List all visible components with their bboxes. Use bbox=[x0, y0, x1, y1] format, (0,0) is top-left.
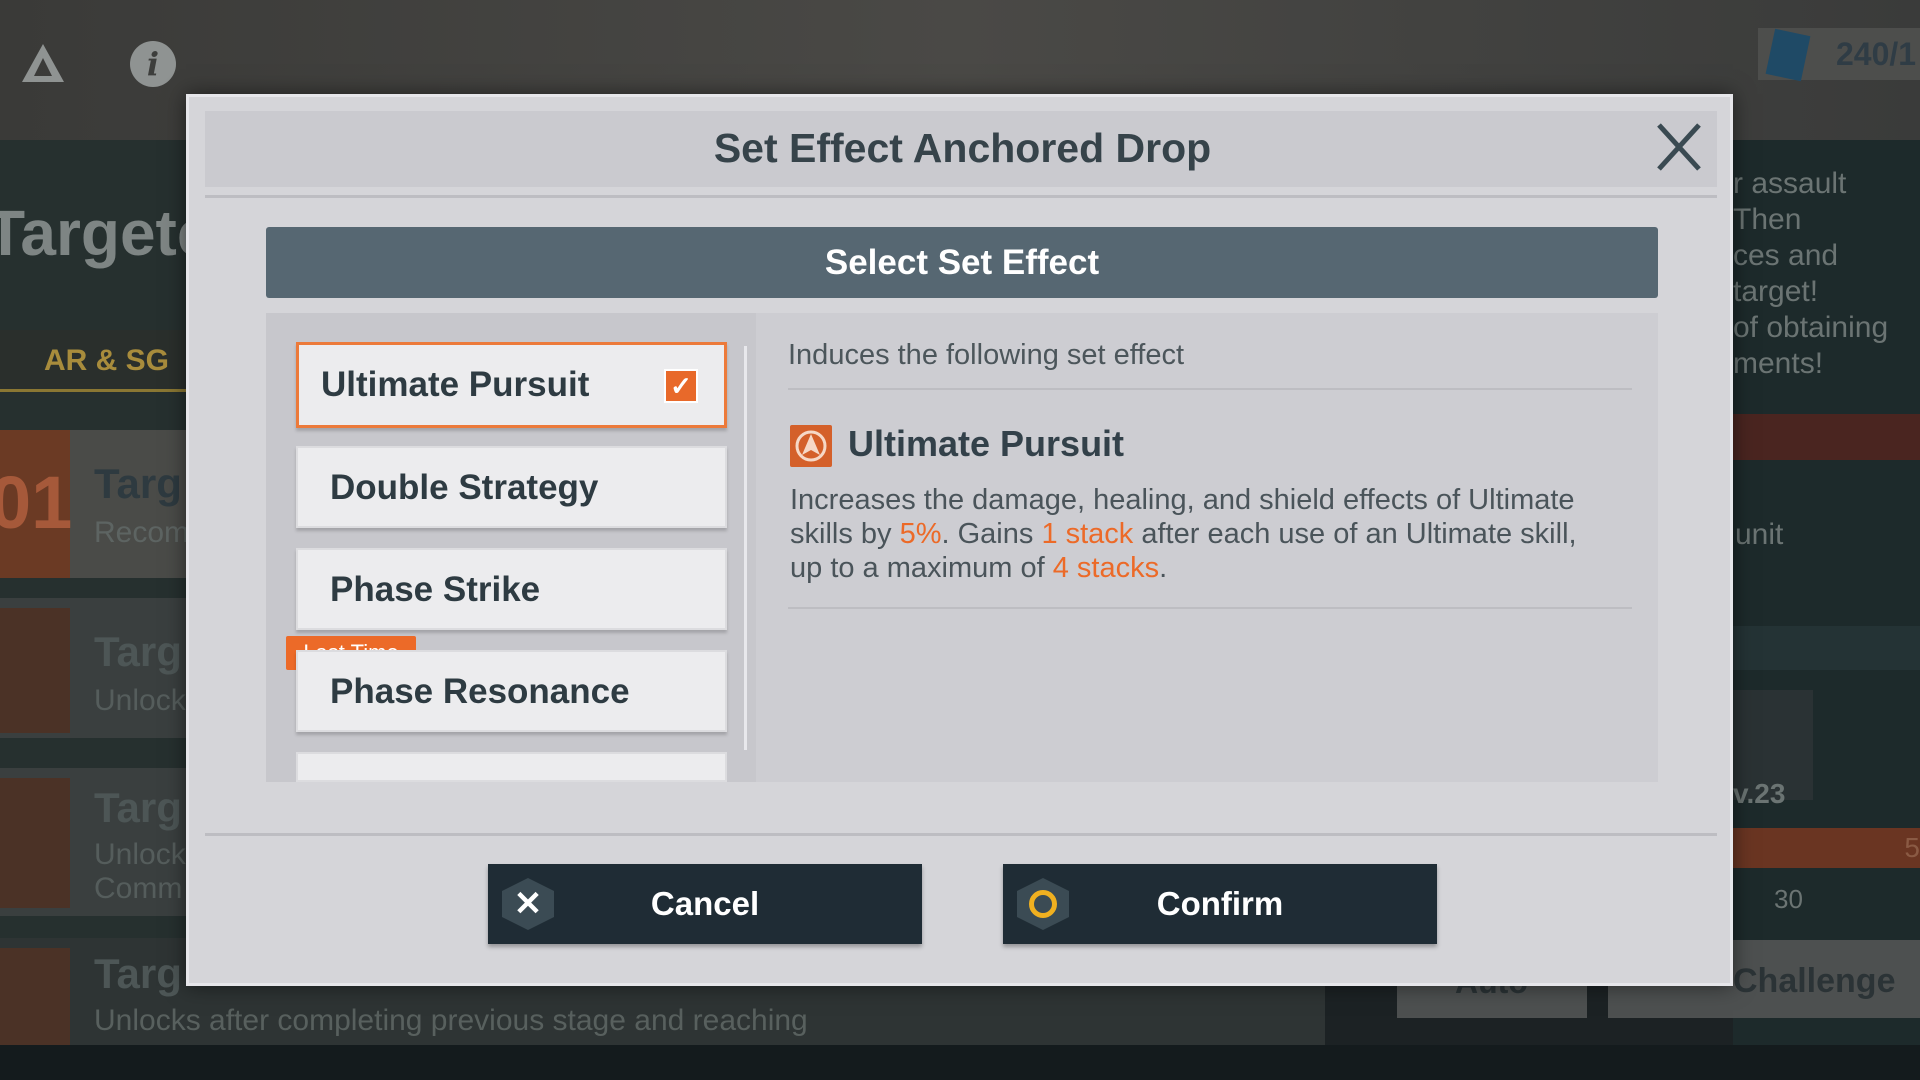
right-text-line: Then bbox=[1733, 203, 1802, 236]
ultimate-pursuit-icon bbox=[790, 425, 832, 467]
set-effect-detail: Induces the following set effect Ultimat… bbox=[756, 313, 1658, 782]
right-unit-text: unit bbox=[1735, 518, 1784, 551]
checkbox-checked-icon[interactable]: ✓ bbox=[664, 369, 698, 403]
footer-divider bbox=[205, 833, 1717, 836]
confirm-button[interactable]: Confirm bbox=[1003, 864, 1437, 944]
right-orange-bar: 5 bbox=[1733, 828, 1920, 868]
item-label: Ultimate Pursuit bbox=[321, 365, 590, 404]
detail-divider-bottom bbox=[788, 607, 1632, 609]
page-title: Targete bbox=[0, 197, 213, 269]
challenge-label: Challenge bbox=[1733, 962, 1896, 1000]
right-level: v.23 bbox=[1733, 778, 1786, 809]
close-icon bbox=[1657, 123, 1701, 171]
bottom-strip bbox=[0, 1045, 1920, 1080]
desc-text: . Gains bbox=[941, 518, 1042, 550]
lock-block bbox=[0, 778, 70, 908]
item-label: Phase Resonance bbox=[330, 672, 630, 711]
confirm-circle-icon bbox=[1017, 878, 1069, 930]
right-text-line: ces and bbox=[1733, 239, 1839, 272]
detail-intro: Induces the following set effect bbox=[788, 339, 1185, 371]
detail-divider bbox=[788, 388, 1632, 390]
cancel-button[interactable]: ✕ Cancel bbox=[488, 864, 922, 944]
cancel-label: Cancel bbox=[650, 885, 760, 922]
set-effect-item-phase-resonance[interactable]: Phase Resonance bbox=[296, 650, 727, 732]
card-subtitle: Recom bbox=[94, 516, 190, 549]
lock-block bbox=[0, 948, 70, 1048]
right-text-line: of obtaining bbox=[1733, 311, 1889, 344]
right-orange-number: 5 bbox=[1904, 832, 1920, 863]
set-effect-list[interactable]: Ultimate Pursuit ✓ Double Strategy Phase… bbox=[266, 313, 756, 782]
logo-icon[interactable] bbox=[20, 42, 66, 84]
card-title: Targ bbox=[94, 784, 182, 831]
card-subtitle-line2: Comm bbox=[94, 872, 183, 905]
right-text-line: ments! bbox=[1733, 347, 1824, 380]
close-button[interactable] bbox=[1651, 119, 1707, 175]
detail-description: Increases the damage, healing, and shiel… bbox=[790, 483, 1610, 585]
card-title: Targ bbox=[94, 628, 182, 675]
desc-highlight: 4 stacks bbox=[1052, 552, 1160, 584]
section-header: Select Set Effect bbox=[266, 227, 1658, 298]
card-subtitle: Unlock bbox=[94, 838, 186, 871]
set-effect-item-ultimate-pursuit[interactable]: Ultimate Pursuit ✓ bbox=[296, 342, 727, 428]
list-scrollbar[interactable] bbox=[744, 346, 747, 750]
card-number-block: 01 bbox=[0, 430, 73, 578]
desc-text: . bbox=[1159, 552, 1168, 584]
item-label: Phase Strike bbox=[330, 570, 541, 609]
resource-counter: 240/1 bbox=[1758, 28, 1920, 82]
stage-card[interactable]: Targ Unlock bbox=[0, 598, 186, 738]
card-title: Targ bbox=[94, 950, 182, 997]
desc-highlight: 5% bbox=[899, 518, 942, 550]
card-number: 01 bbox=[0, 461, 73, 544]
resource-icon bbox=[1765, 28, 1811, 82]
tab-label: AR & SG bbox=[44, 344, 170, 377]
cancel-x-icon: ✕ bbox=[502, 878, 554, 930]
stage-card[interactable]: 01 Targ Recom bbox=[0, 430, 190, 578]
title-divider bbox=[205, 195, 1717, 198]
info-icon[interactable]: i bbox=[130, 41, 176, 87]
right-red-bar bbox=[1733, 414, 1920, 460]
stage-card[interactable]: Targ Unlock Comm bbox=[0, 768, 186, 916]
dialog-title: Set Effect Anchored Drop bbox=[713, 125, 1212, 171]
card-subtitle: Unlocks after completing previous stage … bbox=[94, 1004, 808, 1037]
confirm-label: Confirm bbox=[1156, 885, 1284, 922]
lock-block bbox=[0, 608, 70, 733]
set-effect-item-phase-strike[interactable]: Phase Strike bbox=[296, 548, 727, 630]
right-text-line: r assault bbox=[1733, 167, 1847, 200]
detail-effect-name: Ultimate Pursuit bbox=[848, 423, 1125, 464]
tab-ar-sg[interactable]: AR & SG bbox=[0, 330, 190, 392]
right-band bbox=[1733, 626, 1920, 670]
card-title: Targ bbox=[94, 460, 182, 507]
resource-count: 240/1 bbox=[1836, 36, 1917, 72]
set-effect-item-double-strategy[interactable]: Double Strategy bbox=[296, 446, 727, 528]
card-subtitle: Unlock bbox=[94, 684, 186, 717]
right-count: 30 bbox=[1774, 884, 1803, 914]
item-label: Double Strategy bbox=[330, 468, 599, 507]
right-description: r assault Then ces and target! of obtain… bbox=[1733, 166, 1888, 382]
set-effect-item-partial[interactable] bbox=[296, 752, 727, 782]
right-text-line: target! bbox=[1733, 275, 1819, 308]
set-effect-dialog: Set Effect Anchored Drop Select Set Effe… bbox=[186, 94, 1733, 986]
desc-highlight: 1 stack bbox=[1041, 518, 1134, 550]
